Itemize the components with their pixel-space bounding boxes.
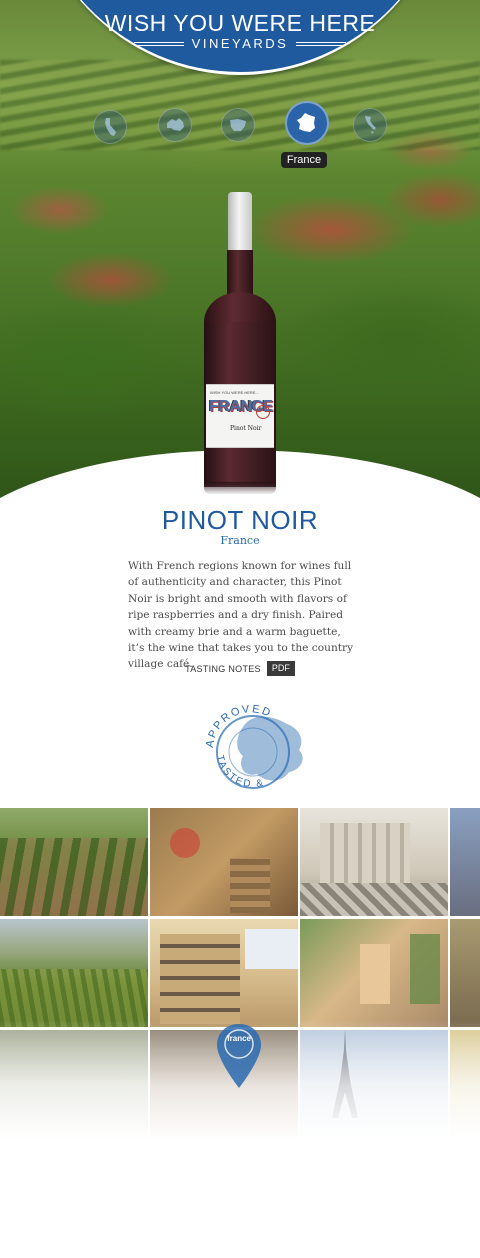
wine-description: With French regions known for wines full… <box>128 560 354 671</box>
brand-title[interactable]: WISH YOU WERE HERE <box>0 10 480 37</box>
australia-map-icon <box>167 118 184 131</box>
label-variety: Pinot Noir <box>230 425 262 432</box>
spain-map-icon <box>230 119 246 131</box>
italy-map-icon <box>365 116 376 134</box>
tasting-notes-row: TASTING NOTES PDF <box>0 661 480 676</box>
region-button-california[interactable] <box>93 110 127 144</box>
region-button-spain[interactable] <box>221 108 255 142</box>
wine-name: PINOT NOIR <box>161 505 319 535</box>
wine-bottle: WISH YOU WERE HERE... FRANCE Pinot Noir <box>200 192 280 502</box>
photo-cafe-street <box>450 919 480 1027</box>
california-map-icon <box>105 118 116 136</box>
divider-line <box>296 41 347 46</box>
photo-village-alley <box>300 919 448 1027</box>
photo-palace-courtyard <box>300 808 448 916</box>
brand-subtitle: VINEYARDS <box>191 36 289 51</box>
bottle-capsule <box>228 192 252 254</box>
region-button-france[interactable] <box>285 101 329 145</box>
region-button-italy[interactable] <box>353 108 387 142</box>
photo-paris-rooftops <box>450 808 480 916</box>
label-stamp-icon <box>256 405 270 419</box>
region-button-australia[interactable] <box>158 108 192 142</box>
photo-hotel-facade <box>150 919 298 1027</box>
tasting-notes-label: TASTING NOTES <box>185 663 261 674</box>
brand-subtitle-row: VINEYARDS <box>0 36 480 51</box>
bottle-reflection <box>204 482 276 494</box>
stamp-france-splash <box>237 716 303 781</box>
pin-label: france <box>226 1034 251 1043</box>
region-tooltip: France <box>281 152 327 168</box>
tasted-approved-stamp: APPROVED TASTED & <box>204 703 303 790</box>
label-tagline: WISH YOU WERE HERE... <box>210 390 259 395</box>
bottle-label: WISH YOU WERE HERE... FRANCE Pinot Noir <box>206 384 274 448</box>
wine-region: France <box>220 534 260 547</box>
photo-stone-stairway <box>150 808 298 916</box>
divider-line <box>133 41 184 46</box>
photo-vineyard-rows <box>0 808 148 916</box>
france-map-pin[interactable]: france <box>214 1022 264 1092</box>
france-map-icon <box>297 113 315 132</box>
pdf-download-button[interactable]: PDF <box>266 661 295 676</box>
photo-vineyard-hills <box>0 919 148 1027</box>
map-pin-icon <box>217 1024 261 1088</box>
